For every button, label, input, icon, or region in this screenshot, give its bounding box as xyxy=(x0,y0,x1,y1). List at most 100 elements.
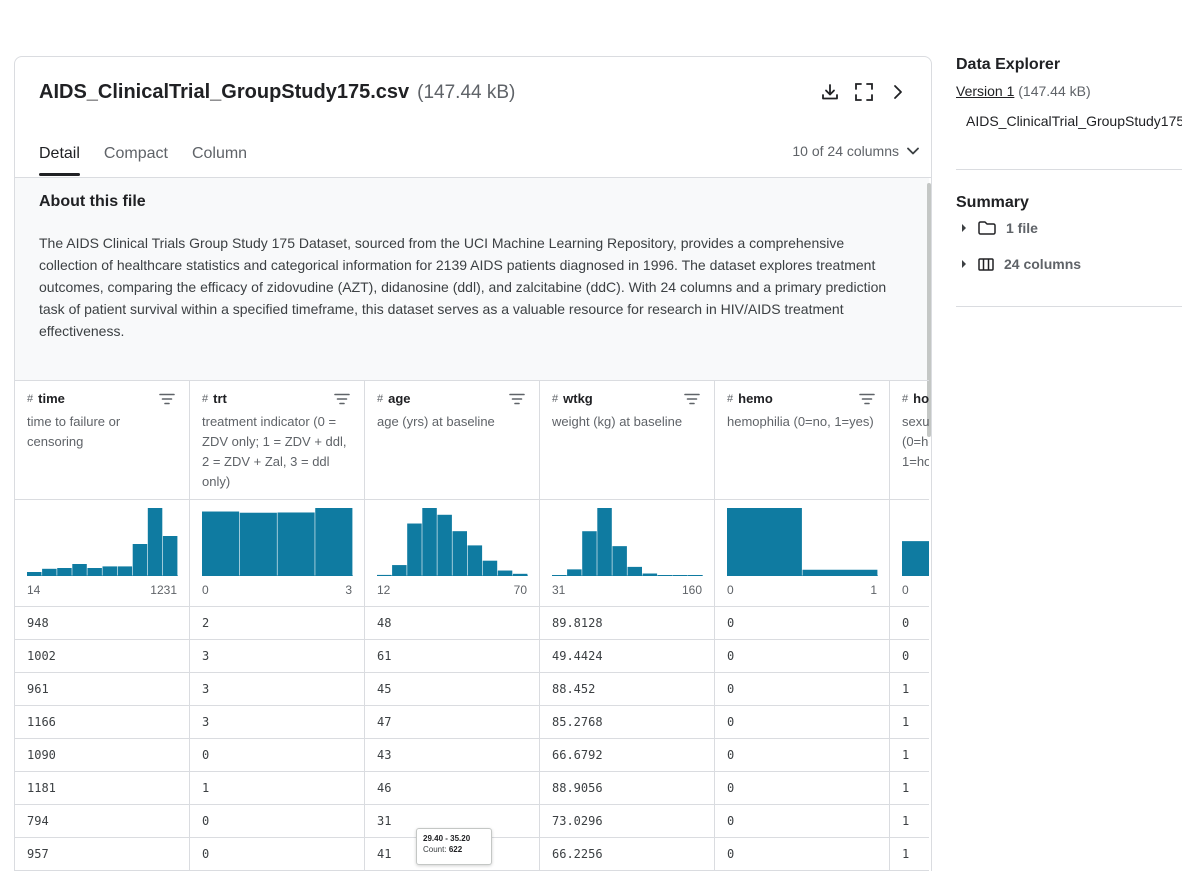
table-cell[interactable]: 0 xyxy=(715,739,889,772)
histogram-bar[interactable] xyxy=(27,572,42,576)
table-cell[interactable]: 0 xyxy=(715,706,889,739)
histogram-bar[interactable] xyxy=(627,566,643,576)
column-histogram[interactable]: 31 160 xyxy=(540,500,714,607)
table-cell[interactable]: 1166 xyxy=(15,706,189,739)
table-cell[interactable]: 0 xyxy=(715,772,889,805)
table-cell[interactable]: 88.452 xyxy=(540,673,714,706)
histogram-bar[interactable] xyxy=(437,514,452,576)
histogram-bar[interactable] xyxy=(497,570,513,576)
histogram-bar[interactable] xyxy=(407,523,422,576)
table-cell[interactable]: 89.8128 xyxy=(540,607,714,640)
table-cell[interactable]: 2 xyxy=(190,607,364,640)
table-cell[interactable]: 45 xyxy=(365,673,539,706)
column-histogram[interactable]: 12 70 xyxy=(365,500,539,607)
table-cell[interactable]: 3 xyxy=(190,640,364,673)
histogram-bar[interactable] xyxy=(452,531,468,576)
histogram-bar[interactable] xyxy=(567,569,582,576)
table-cell[interactable]: 43 xyxy=(365,739,539,772)
chevron-right-icon[interactable] xyxy=(887,81,909,103)
tab-compact[interactable]: Compact xyxy=(104,137,168,175)
histogram-bar[interactable] xyxy=(147,508,163,576)
histogram-bar[interactable] xyxy=(277,512,315,576)
version-link[interactable]: Version 1 xyxy=(956,83,1014,99)
histogram-bar[interactable] xyxy=(422,508,437,576)
table-cell[interactable]: 66.6792 xyxy=(540,739,714,772)
table-cell[interactable]: 47 xyxy=(365,706,539,739)
sort-icon[interactable] xyxy=(509,393,525,405)
histogram-bar[interactable] xyxy=(482,560,498,576)
table-cell[interactable]: 3 xyxy=(190,673,364,706)
table-cell[interactable]: 3 xyxy=(190,706,364,739)
histogram-bar[interactable] xyxy=(162,536,178,576)
sidebar-file-item[interactable]: AIDS_ClinicalTrial_GroupStudy175.csv xyxy=(956,113,1182,129)
column-histogram[interactable]: 0 3 xyxy=(190,500,364,607)
histogram-bar[interactable] xyxy=(597,508,612,576)
column-header[interactable]: # hemo hemophilia (0=no, 1=yes) xyxy=(715,381,889,500)
table-cell[interactable]: 88.9056 xyxy=(540,772,714,805)
table-cell[interactable]: 0 xyxy=(715,640,889,673)
sort-icon[interactable] xyxy=(684,393,700,405)
histogram-bar[interactable] xyxy=(102,566,118,576)
table-cell[interactable]: 66.2256 xyxy=(540,838,714,871)
table-cell[interactable]: 0 xyxy=(190,838,364,871)
tree-item-columns[interactable]: 24 columns xyxy=(960,256,1081,272)
table-cell[interactable]: 1181 xyxy=(15,772,189,805)
table-cell[interactable]: 46 xyxy=(365,772,539,805)
histogram-bar[interactable] xyxy=(727,508,802,576)
column-histogram[interactable]: 0 1 xyxy=(715,500,889,607)
table-cell[interactable]: 73.0296 xyxy=(540,805,714,838)
histogram-bar[interactable] xyxy=(902,541,929,576)
table-cell[interactable]: 948 xyxy=(15,607,189,640)
histogram-bar[interactable] xyxy=(315,508,353,576)
tree-item-files[interactable]: 1 file xyxy=(960,220,1038,236)
histogram-bar[interactable] xyxy=(392,565,407,576)
table-cell[interactable]: 49.4424 xyxy=(540,640,714,673)
table-cell[interactable]: 0 xyxy=(890,607,929,640)
histogram-bar[interactable] xyxy=(87,568,102,576)
sort-icon[interactable] xyxy=(859,393,875,405)
histogram-bar[interactable] xyxy=(72,564,87,576)
column-histogram[interactable]: 0 xyxy=(890,500,929,607)
table-cell[interactable]: 957 xyxy=(15,838,189,871)
table-cell[interactable]: 0 xyxy=(190,805,364,838)
table-cell[interactable]: 1 xyxy=(890,805,929,838)
table-cell[interactable]: 61 xyxy=(365,640,539,673)
table-cell[interactable]: 48 xyxy=(365,607,539,640)
column-header[interactable]: # wtkg weight (kg) at baseline xyxy=(540,381,714,500)
table-cell[interactable]: 1 xyxy=(890,673,929,706)
table-cell[interactable]: 961 xyxy=(15,673,189,706)
fullscreen-icon[interactable] xyxy=(853,81,875,103)
histogram-bar[interactable] xyxy=(57,568,72,576)
sort-icon[interactable] xyxy=(159,393,175,405)
table-cell[interactable]: 794 xyxy=(15,805,189,838)
sort-icon[interactable] xyxy=(334,393,350,405)
table-cell[interactable]: 1 xyxy=(890,772,929,805)
table-cell[interactable]: 1 xyxy=(190,772,364,805)
table-cell[interactable]: 1090 xyxy=(15,739,189,772)
table-cell[interactable]: 0 xyxy=(890,640,929,673)
table-cell[interactable]: 0 xyxy=(715,838,889,871)
histogram-bar[interactable] xyxy=(467,545,483,576)
table-cell[interactable]: 1002 xyxy=(15,640,189,673)
table-cell[interactable]: 0 xyxy=(190,739,364,772)
histogram-bar[interactable] xyxy=(202,511,240,576)
table-cell[interactable]: 1 xyxy=(890,739,929,772)
histogram-bar[interactable] xyxy=(239,512,277,576)
histogram-bar[interactable] xyxy=(612,546,627,576)
table-cell[interactable]: 1 xyxy=(890,706,929,739)
column-header[interactable]: # time time to failure or censoring xyxy=(15,381,189,500)
table-cell[interactable]: 0 xyxy=(715,805,889,838)
column-histogram[interactable]: 14 1231 xyxy=(15,500,189,607)
column-header[interactable]: # age age (yrs) at baseline xyxy=(365,381,539,500)
histogram-bar[interactable] xyxy=(582,531,597,576)
histogram-bar[interactable] xyxy=(132,544,148,576)
table-cell[interactable]: 0 xyxy=(715,673,889,706)
table-cell[interactable]: 85.2768 xyxy=(540,706,714,739)
tab-detail[interactable]: Detail xyxy=(39,137,80,176)
column-header[interactable]: # trt treatment indicator (0 = ZDV only; … xyxy=(190,381,364,500)
table-cell[interactable]: 1 xyxy=(890,838,929,871)
histogram-bar[interactable] xyxy=(117,566,133,576)
histogram-bar[interactable] xyxy=(42,568,57,576)
download-icon[interactable] xyxy=(819,81,841,103)
table-cell[interactable]: 0 xyxy=(715,607,889,640)
